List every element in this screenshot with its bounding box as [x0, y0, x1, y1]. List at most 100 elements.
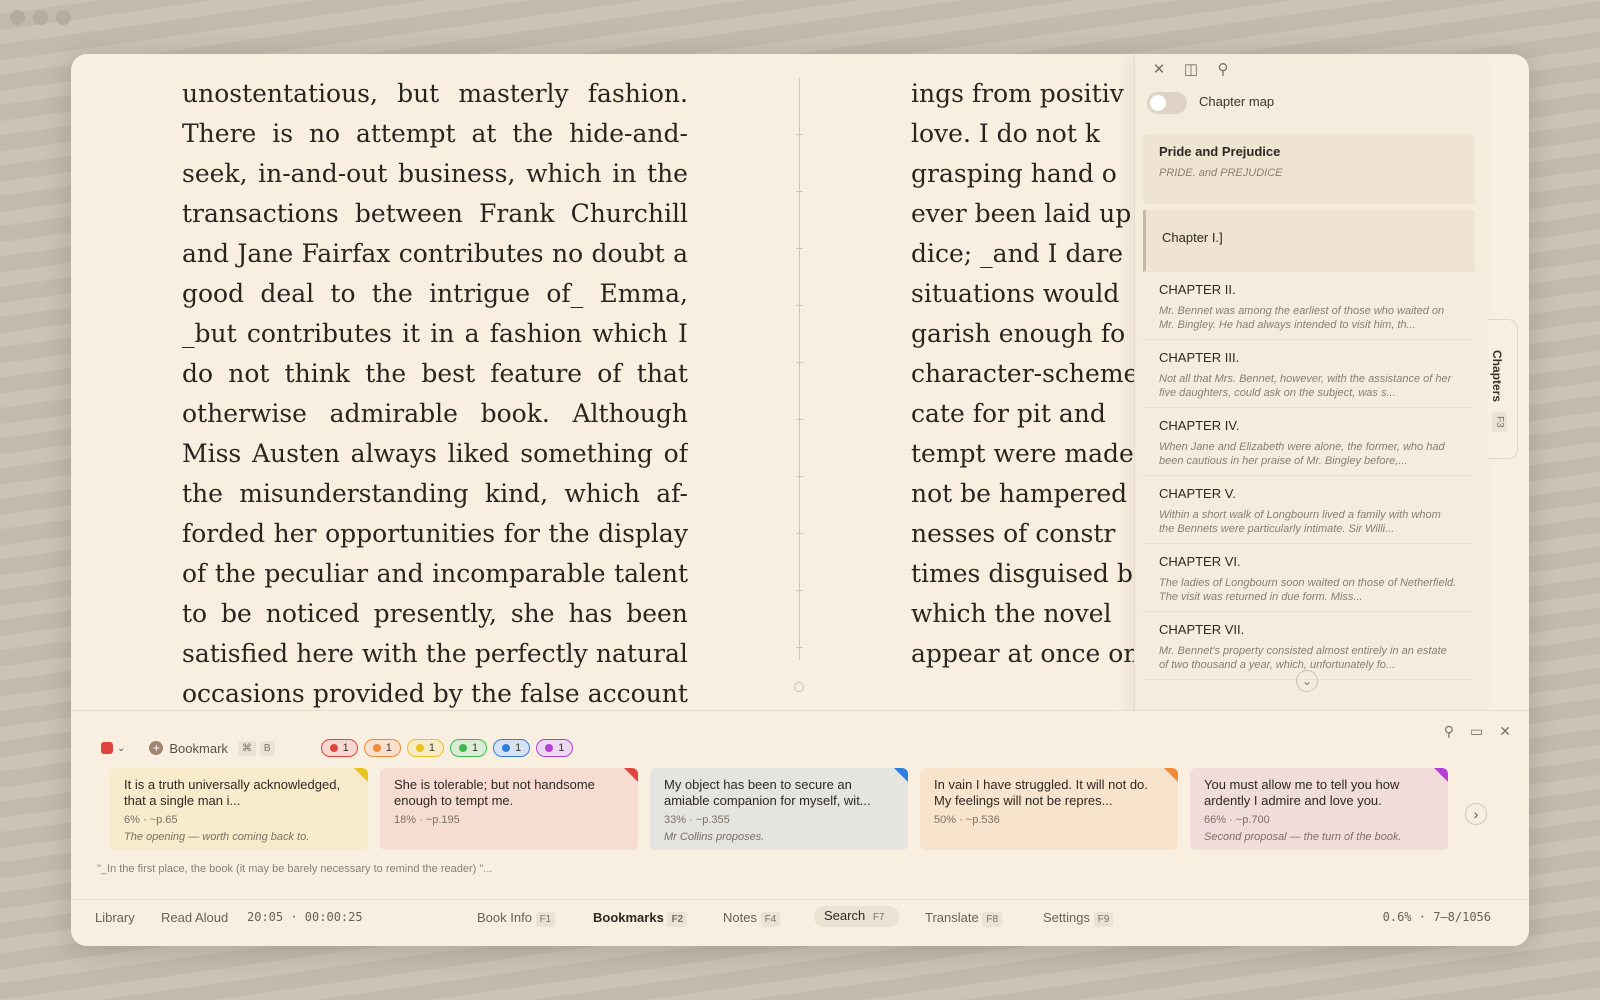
color-dot: [545, 744, 554, 752]
add-bookmark-icon[interactable]: +: [149, 741, 164, 755]
close-icon[interactable]: ✕: [1150, 60, 1168, 78]
word: the: [371, 279, 413, 308]
word: the: [512, 119, 554, 148]
word: to: [182, 599, 208, 628]
bookmark-card[interactable]: You must allow me to tell you how ardent…: [1190, 768, 1448, 850]
word: think: [284, 359, 351, 388]
chapters-tab[interactable]: Chapters F3: [1488, 319, 1518, 459]
word: Frank: [479, 199, 555, 228]
color-filter-chip[interactable]: 1: [493, 739, 531, 757]
bookmark-card[interactable]: She is tolerable; but not handsome enoug…: [380, 768, 638, 850]
tab-settings[interactable]: Settings F9: [1043, 910, 1114, 927]
text-line: Miss Austen always liked something of: [182, 434, 688, 474]
pin-icon[interactable]: ⚲: [1444, 723, 1454, 740]
bookmark-position: 18% · ~p.195: [394, 814, 460, 826]
chapter-summary: When Jane and Elizabeth were alone, the …: [1159, 441, 1445, 467]
add-bookmark-button[interactable]: Bookmark: [169, 741, 228, 756]
chapter-item[interactable]: CHAPTER III. Not all that Mrs. Bennet, ho…: [1143, 340, 1475, 408]
reader-window: unostentatious, but masterly fashion. There i…: [71, 54, 1529, 946]
text-line: transactions between Frank Churchill: [182, 194, 688, 234]
word: in-and-out: [258, 159, 388, 188]
word: been: [626, 599, 688, 628]
word: unostentatious,: [182, 79, 378, 108]
word: misunderstanding: [239, 479, 469, 508]
bookmark-text: You must allow me to tell you how ardent…: [1204, 777, 1400, 808]
bookmark-card[interactable]: It is a truth universally acknowledged, …: [110, 768, 368, 850]
chapter-title: CHAPTER II.: [1159, 282, 1236, 297]
color-dot: [372, 744, 381, 752]
color-filter-chip[interactable]: 1: [363, 739, 401, 757]
sidebar-icon[interactable]: ◫: [1182, 60, 1200, 78]
minimize-window-button[interactable]: [33, 10, 48, 25]
tab-notes[interactable]: Notes F4: [723, 910, 781, 927]
chapter-item[interactable]: CHAPTER IV. When Jane and Elizabeth were …: [1143, 408, 1475, 476]
book-entry[interactable]: Pride and Prejudice PRIDE. and PREJUDICE: [1143, 134, 1475, 204]
filter-count: 1: [385, 742, 392, 754]
word: occasions: [182, 679, 305, 708]
word: be: [221, 599, 252, 628]
chapter-title: CHAPTER V.: [1159, 486, 1236, 501]
word: by: [432, 679, 463, 708]
panel-layout-icon[interactable]: ▭: [1470, 723, 1483, 740]
tab-search[interactable]: Search F7: [814, 906, 899, 927]
library-button[interactable]: Library: [95, 910, 135, 925]
color-picker-swatch[interactable]: [101, 742, 113, 754]
chapter-panel: ✕ ◫ ⚲ Chapter map Pride and Prejudice PR…: [1134, 54, 1488, 726]
word: at: [471, 119, 497, 148]
pin-icon[interactable]: ⚲: [1214, 60, 1232, 78]
tab-search-key: F7: [868, 910, 889, 925]
tab-translate[interactable]: Translate F8: [925, 910, 1003, 927]
bookmark-note: Mr Collins proposes.: [664, 831, 765, 843]
filter-count: 1: [558, 742, 565, 754]
tab-notes-key: F4: [760, 912, 781, 927]
chapter-item[interactable]: CHAPTER II. Mr. Bennet was among the earl…: [1143, 272, 1475, 340]
tab-book-info[interactable]: Book Info F1: [477, 910, 556, 927]
tab-search-label: Search: [824, 908, 866, 923]
bookmark-text: My object has been to secure an amiable …: [664, 777, 871, 808]
color-dot: [458, 744, 467, 752]
word: af-: [656, 479, 688, 508]
word: I: [678, 319, 688, 348]
color-filter-chip[interactable]: 1: [406, 739, 444, 757]
word: Jane: [237, 239, 294, 268]
clock-readout: 20:05 · 00:00:25: [247, 910, 363, 924]
chevron-down-icon[interactable]: ⌄: [117, 743, 125, 754]
color-dot: [329, 744, 338, 752]
text-line: otherwise admirable book. Although: [182, 394, 688, 434]
chapter-item[interactable]: CHAPTER VI. The ladies of Longbourn soon …: [1143, 544, 1475, 612]
word: the: [647, 159, 688, 188]
chapter-map-toggle[interactable]: [1147, 92, 1187, 114]
text-line: _but contributes it in a fashion which I: [182, 314, 688, 354]
word: hide-and-: [569, 119, 688, 148]
zoom-window-button[interactable]: [56, 10, 71, 25]
close-window-button[interactable]: [10, 10, 25, 25]
chapter-item[interactable]: CHAPTER V. Within a short walk of Longbou…: [1143, 476, 1475, 544]
color-filter-chip[interactable]: 1: [536, 739, 574, 757]
tab-book-info-label: Book Info: [477, 910, 532, 925]
chapter-title: CHAPTER IV.: [1159, 418, 1240, 433]
tab-bookmarks-label: Bookmarks: [593, 910, 664, 925]
tab-bookmarks[interactable]: Bookmarks F2: [593, 910, 688, 927]
word: transactions: [182, 199, 339, 228]
word: of: [663, 439, 688, 468]
read-aloud-button[interactable]: Read Aloud: [161, 910, 228, 925]
chevron-right-icon[interactable]: ›: [1465, 803, 1487, 825]
word: Although: [572, 399, 688, 428]
color-dot: [502, 744, 511, 752]
current-chapter[interactable]: Chapter I.]: [1143, 210, 1475, 272]
page-scrubber-handle[interactable]: [794, 682, 804, 692]
bookmark-card[interactable]: In vain I have struggled. It will not do…: [920, 768, 1178, 850]
close-icon[interactable]: ✕: [1499, 723, 1511, 740]
book-title: Pride and Prejudice: [1159, 144, 1281, 159]
tab-translate-label: Translate: [925, 910, 979, 925]
bookmark-note: Second proposal — the turn of the book.: [1204, 831, 1402, 843]
bookmark-text: In vain I have struggled. It will not do…: [934, 777, 1148, 808]
chevron-down-icon[interactable]: ⌄: [1296, 670, 1318, 692]
word: opportunities: [325, 519, 496, 548]
current-chapter-title: Chapter I.]: [1162, 230, 1223, 245]
word: attempt: [355, 119, 456, 148]
color-filter-chip[interactable]: 1: [320, 739, 358, 757]
color-filter-chip[interactable]: 1: [449, 739, 488, 757]
bookmark-card[interactable]: My object has been to secure an amiable …: [650, 768, 908, 850]
word: always: [350, 439, 437, 468]
